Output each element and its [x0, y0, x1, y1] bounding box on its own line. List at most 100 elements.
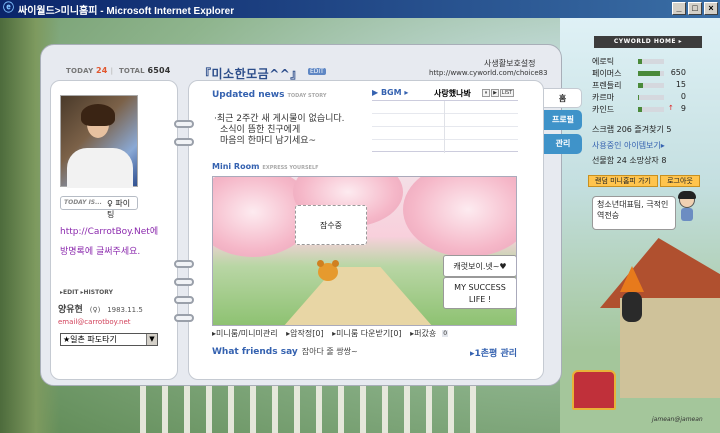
user-avatar — [676, 191, 698, 222]
tab-manage[interactable]: 관리 — [544, 134, 582, 154]
today-mood: TODAY IS... ♀ 파이팅 — [60, 196, 138, 219]
today-count: 24 — [96, 66, 108, 75]
minimi-speech-bubble: MY SUCCESS LIFE ! — [443, 277, 516, 309]
stat-value: 0 — [680, 92, 686, 101]
binder-ring — [174, 314, 194, 322]
pause-icon[interactable]: ⏸ — [482, 89, 490, 97]
garden-path — [283, 267, 433, 325]
stat-label: 프렌들리 — [592, 81, 622, 90]
stat-value: 650 — [670, 68, 686, 77]
playlist-button[interactable]: LIST — [500, 89, 514, 97]
maximize-icon[interactable]: □ — [688, 2, 702, 15]
minimize-icon[interactable]: _ — [672, 2, 686, 15]
updated-news-subtitle: TODAY STORY — [287, 93, 327, 99]
total-count: 6504 — [147, 66, 171, 75]
news-speech-bubble[interactable]: 청소년대표팀, 극적인 역전승 — [592, 196, 676, 230]
miniroom-manage-link[interactable]: ▸미니룸/미니미관리 — [212, 329, 278, 338]
bgm-song-title: 사랑했나봐 — [434, 89, 471, 98]
mini-room-heading: Mini Room EXPRESS YOURSELF — [212, 162, 319, 171]
mini-room-scene[interactable]: 잠수중 캐럿보이.넷~♥ MY SUCCESS LIFE ! — [212, 176, 517, 326]
ilchon-wave-select[interactable]: ★일촌 파도타기 ▼ — [60, 333, 158, 346]
character-stats: 에로틱페이머스 650 프렌들리 15 카르마 0 카인드 ↑ 9 — [592, 56, 704, 116]
gift-box-count: 선물함 24 소망상자 8 — [592, 156, 667, 165]
tab-home[interactable]: 홈 — [544, 88, 582, 108]
owner-info: 양유현 (♀) 1983.11.5 — [58, 302, 143, 315]
cyworld-home-button[interactable]: CYWORLD HOME ▸ — [594, 36, 702, 48]
homepage-url[interactable]: http://www.cyworld.com/choice83 — [429, 69, 548, 77]
visitor-counter: TODAY 24 | TOTAL 6504 — [66, 66, 171, 75]
stat-row: 페이머스 650 — [592, 68, 704, 80]
bubble-line: LIFE ! — [468, 295, 492, 304]
bgm-label[interactable]: ▶ BGM ▸ — [372, 88, 408, 97]
updated-news-line: ·최근 2주간 새 게시물이 없습니다. — [214, 114, 345, 124]
scrap-link[interactable]: ▸퍼갔숑 — [410, 329, 436, 338]
treasure-chest-icon[interactable] — [572, 370, 616, 410]
profile-intro: http://CarrotBoy.Net에 방명록에 글써주세요. — [60, 222, 172, 262]
stat-row: 카르마 0 — [592, 92, 704, 104]
stat-row: 카인드 ↑ 9 — [592, 104, 704, 116]
play-icon[interactable]: ▶ — [491, 89, 499, 97]
logout-button[interactable]: 로그아웃 — [660, 175, 700, 187]
tab-profile[interactable]: 프로필 — [544, 110, 582, 130]
bgm-player: ▶ BGM ▸ 사랑했나봐 ⏸ ▶ LIST — [372, 88, 518, 153]
binder-ring — [174, 138, 194, 146]
title-edit-button[interactable]: EDIT — [308, 68, 326, 75]
page-title: 『미소한모금^^』 — [199, 67, 303, 81]
photo-link[interactable]: ▸압작정[0] — [286, 329, 323, 338]
updated-news-heading: Updated news TODAY STORY — [212, 90, 326, 100]
window-title: 싸이월드>미니홈피 - Microsoft Internet Explorer — [18, 6, 235, 17]
scrap-count-badge: 0 — [442, 330, 449, 337]
stat-row: 에로틱 — [592, 56, 704, 68]
fence-decoration — [140, 386, 480, 433]
mini-room-subtitle: EXPRESS YOURSELF — [262, 165, 319, 171]
stat-bar-fill — [638, 59, 642, 64]
friends-say-text: 잡아다 줄 쌍쌍~ — [301, 347, 358, 356]
bgm-playlist-grid — [372, 100, 518, 153]
updated-news-title: Updated news — [212, 90, 285, 100]
close-icon[interactable]: × — [704, 2, 718, 15]
minimi-speech-bubble: 잠수중 — [295, 205, 367, 245]
updated-news-body: ·최근 2주간 새 게시물이 없습니다. 소식이 뜸한 친구에게 마음의 한마디… — [214, 114, 374, 147]
stat-bar-fill — [638, 107, 642, 112]
friends-say: What friends say 잡아다 줄 쌍쌍~ — [212, 346, 358, 357]
stat-label: 에로틱 — [592, 57, 615, 66]
binder-ring — [174, 278, 194, 286]
intro-line: http://CarrotBoy.Net에 — [60, 227, 159, 237]
mini-room-title: Mini Room — [212, 162, 260, 171]
bubble-line: MY SUCCESS — [454, 283, 506, 292]
profile-photo[interactable] — [60, 95, 138, 188]
stat-bar — [638, 59, 664, 64]
stat-bar-fill — [638, 83, 644, 88]
gender-mark: (♀) — [89, 306, 101, 314]
watermark-text: jamean@jamean — [652, 416, 703, 423]
mood-value: ♀ 파이팅 — [107, 199, 131, 219]
today-label: TODAY — [66, 67, 94, 75]
ilchon-comment-manage-link[interactable]: ▸1촌평 관리 — [470, 346, 517, 359]
witch-character-decoration — [612, 266, 652, 326]
owner-name: 양유현 — [58, 305, 83, 315]
owner-email[interactable]: email@carrotboy.net — [58, 318, 131, 326]
stat-value: 9 — [680, 104, 686, 113]
scrap-favorites-count: 스크랩 206 즐겨찾기 5 — [592, 125, 672, 134]
stat-label: 카르마 — [592, 93, 615, 102]
intro-line: 방명록에 글써주세요. — [60, 247, 141, 257]
binder-ring — [174, 296, 194, 304]
binder-ring — [174, 120, 194, 128]
friends-say-title: What friends say — [212, 347, 298, 357]
chevron-down-icon[interactable]: ▼ — [146, 334, 157, 345]
mood-label: TODAY IS... — [64, 199, 102, 206]
binder-ring — [174, 260, 194, 268]
edit-history-links[interactable]: ▸EDIT ▸HISTORY — [60, 289, 113, 296]
cherry-blossom-tree — [403, 177, 516, 257]
privacy-settings-link[interactable]: 사생활보호설정 — [484, 58, 536, 69]
internet-explorer-icon: ⓔ — [3, 2, 14, 14]
miniroom-download-link[interactable]: ▸미니룸 다운받기[0] — [332, 329, 401, 338]
stat-row: 프렌들리 15 — [592, 80, 704, 92]
updated-news-line: 소식이 뜸한 친구에게 — [220, 125, 301, 135]
binder-rings — [174, 120, 194, 360]
random-minihompy-button[interactable]: 랜덤 미니홈피 가기 — [588, 175, 658, 187]
owner-birthday: 1983.11.5 — [107, 306, 143, 314]
minimi-bear-avatar[interactable] — [317, 260, 339, 281]
view-items-link[interactable]: 사용중인 아이템보기▸ — [592, 140, 665, 151]
window-controls: _ □ × — [672, 2, 718, 15]
